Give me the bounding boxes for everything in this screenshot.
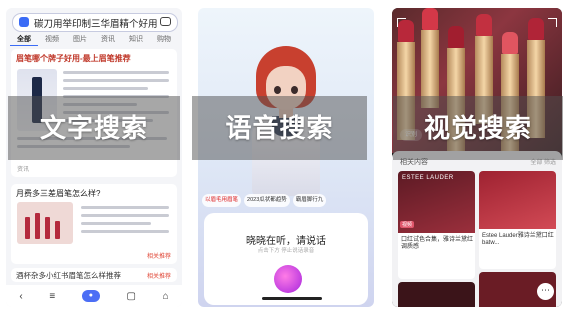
visual-search-banner: 视觉搜索 (393, 96, 563, 160)
menu-icon[interactable]: ≡ (49, 291, 55, 302)
home-icon[interactable]: ⌂ (163, 291, 169, 302)
tab-news[interactable]: 资讯 (94, 34, 122, 46)
search-result-card[interactable]: 月费多三差眉笔怎么样? 相关推荐 (11, 184, 177, 264)
voice-orb-icon[interactable] (274, 265, 302, 293)
tab-images[interactable]: 图片 (66, 34, 94, 46)
result-image: ESTEE LAUDER 视频 (398, 171, 475, 233)
result-caption[interactable]: Estee Lauder雅诗兰黛口红 batw... (482, 233, 556, 247)
visual-result-card[interactable]: ESTEE LAUDER 视频 口红试色合集，雅诗兰黛红调质感 (398, 171, 475, 279)
related-tag[interactable]: 相关推荐 (147, 271, 171, 280)
text-search-banner: 文字搜索 (8, 96, 180, 160)
brand-text: ESTEE LAUDER (402, 175, 454, 181)
suggestion-chip[interactable]: 霸眉脚行九 (292, 194, 327, 207)
microphone-icon[interactable]: ● (81, 290, 100, 302)
suggestion-chip[interactable]: 2023瓜状都趋势 (244, 194, 290, 207)
result-title[interactable]: 月费多三差眉笔怎么样? (16, 188, 100, 199)
visual-result-card[interactable]: Estee Lauder雅诗兰黛口红 batw... (479, 171, 556, 269)
tab-knowledge[interactable]: 知识 (122, 34, 150, 46)
suggestion-chips: 以眉毛用眉笔 2023瓜状都趋势 霸眉脚行九 (202, 194, 370, 207)
text-search-label: 文字搜索 (39, 113, 148, 143)
camera-icon[interactable] (160, 17, 171, 26)
tab-all[interactable]: 全部 (10, 34, 38, 46)
tab-video[interactable]: 视频 (38, 34, 66, 46)
listening-hint: 点击下方 停止说话录音 (257, 248, 315, 254)
crop-corner[interactable] (548, 18, 557, 27)
search-result-card[interactable]: 酒杯杂多小红书眉笔怎么样推荐 相关推荐 (11, 268, 177, 282)
result-snippet (81, 206, 169, 238)
result-image (479, 171, 556, 229)
tab-shopping[interactable]: 购物 (150, 34, 178, 46)
result-caption[interactable]: 口红试色合集，雅诗兰黛红调质感 (401, 237, 475, 251)
suggestion-chip[interactable]: 以眉毛用眉笔 (202, 194, 242, 207)
voice-search-label: 语音搜索 (225, 113, 334, 143)
home-indicator (262, 297, 322, 300)
back-icon[interactable]: ‹ (19, 291, 22, 302)
result-source: 资讯 (17, 167, 30, 173)
lipstick-image (421, 8, 439, 108)
tabs-icon[interactable]: ▢ (126, 291, 135, 302)
listening-status: 晓晓在听，请说话 (246, 236, 326, 247)
voice-search-banner: 语音搜索 (192, 96, 367, 160)
lipstick-thumbnail (17, 202, 73, 244)
result-title[interactable]: 酒杯杂多小红书眉笔怎么样推荐 (16, 270, 121, 281)
search-tabs: 全部 视频 图片 资讯 知识 购物 (10, 34, 178, 46)
crop-corner[interactable] (397, 18, 406, 27)
more-options-icon[interactable]: ⋯ (537, 283, 554, 300)
visual-result-card[interactable] (398, 282, 475, 307)
listening-card: 晓晓在听，请说话 点击下方 停止说话录音 (204, 213, 368, 305)
bottom-toolbar: ‹ ≡ ● ▢ ⌂ (6, 285, 182, 307)
search-input[interactable]: 碳刀用举印制三华眉精个好用 (12, 13, 178, 32)
result-title[interactable]: 眉笔哪个牌子好用-最上眉笔推荐 (16, 53, 131, 64)
related-tag[interactable]: 相关推荐 (147, 251, 171, 260)
results-sheet: 相关内容 全部 筛选 ESTEE LAUDER 视频 口红试色合集，雅诗兰黛红调… (392, 151, 562, 307)
search-engine-logo-icon (19, 17, 29, 27)
video-tag: 视频 (400, 221, 415, 228)
search-query-text: 碳刀用举印制三华眉精个好用 (34, 19, 158, 30)
visual-search-label: 视觉搜索 (423, 113, 532, 143)
